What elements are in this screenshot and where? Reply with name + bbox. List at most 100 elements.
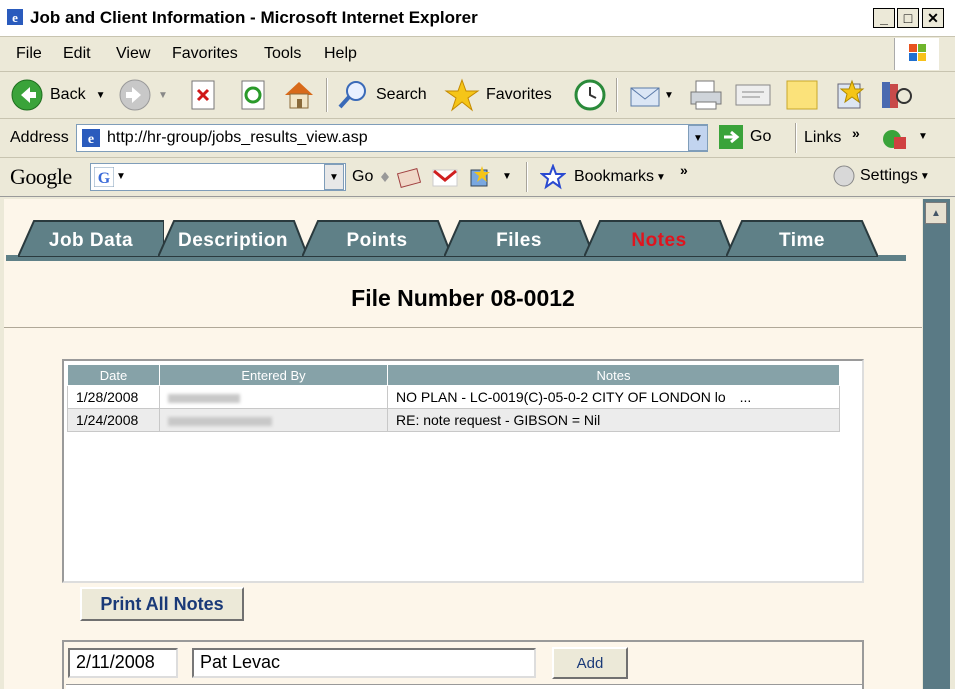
- menu-file[interactable]: File: [16, 45, 42, 63]
- links-button[interactable]: Links: [804, 129, 841, 147]
- scroll-up-arrow-icon[interactable]: ▲: [925, 202, 947, 224]
- news-icon[interactable]: [396, 166, 422, 190]
- print-all-notes-button[interactable]: Print All Notes: [80, 587, 244, 621]
- links-chevron-icon[interactable]: »: [852, 125, 860, 141]
- maximize-button[interactable]: □: [897, 8, 919, 28]
- print-button[interactable]: [688, 78, 724, 112]
- back-button[interactable]: Back ▼: [10, 78, 105, 112]
- printer-icon: [690, 80, 722, 110]
- menu-tools[interactable]: Tools: [264, 45, 301, 63]
- google-g-icon: G: [94, 167, 114, 187]
- window-title: Job and Client Information - Microsoft I…: [30, 8, 478, 27]
- tab-label: Job Data: [48, 230, 134, 251]
- note-date: 1/28/2008: [67, 385, 160, 409]
- menu-view[interactable]: View: [116, 45, 150, 63]
- address-separator: [795, 123, 796, 153]
- note-text: NO PLAN - LC-0019(C)-05-0-2 CITY OF LOND…: [387, 385, 840, 409]
- notes-list-frame[interactable]: Date Entered By Notes 1/28/2008 NO PLAN …: [62, 359, 864, 583]
- research-button[interactable]: [878, 78, 914, 112]
- search-button[interactable]: Search: [336, 78, 427, 112]
- go-label: Go: [750, 128, 772, 145]
- history-button[interactable]: [572, 78, 608, 112]
- title-bar: e Job and Client Information - Microsoft…: [0, 0, 955, 37]
- address-bar: Address e http://hr-group/jobs_results_v…: [0, 119, 955, 158]
- google-dropdown-icon[interactable]: ▼: [324, 164, 344, 190]
- settings-label: Settings: [860, 167, 918, 184]
- popup-blocker-icon[interactable]: [468, 164, 494, 190]
- google-chevron-icon[interactable]: »: [680, 162, 688, 178]
- browser-window: e Job and Client Information - Microsoft…: [0, 0, 955, 689]
- note-text-area[interactable]: [66, 684, 862, 689]
- minimize-button[interactable]: _: [873, 8, 895, 28]
- menu-edit[interactable]: Edit: [63, 45, 91, 63]
- tab-description[interactable]: Description: [158, 219, 308, 257]
- tab-label: Files: [496, 230, 542, 251]
- settings-button[interactable]: Settings ▼: [832, 164, 930, 188]
- bookmarks-label: Bookmarks: [574, 168, 655, 185]
- standard-toolbar: Back ▼ ▼ Search Favorites ▼: [0, 72, 955, 119]
- vertical-scrollbar[interactable]: ▲: [923, 199, 950, 689]
- address-input[interactable]: e http://hr-group/jobs_results_view.asp: [76, 124, 708, 152]
- refresh-icon: [241, 80, 265, 110]
- messenger-dropdown-icon[interactable]: ▼: [918, 131, 928, 142]
- home-button[interactable]: [282, 78, 316, 112]
- google-search-input[interactable]: G ▼: [90, 163, 346, 191]
- home-icon: [285, 82, 313, 109]
- tab-files[interactable]: Files: [444, 219, 594, 257]
- page-title: File Number 08-0012: [351, 285, 575, 311]
- mail-dropdown-icon[interactable]: ▼: [664, 90, 674, 101]
- note-date-input[interactable]: 2/11/2008: [68, 648, 178, 678]
- back-label: Back: [50, 86, 86, 103]
- tab-points[interactable]: Points: [302, 219, 452, 257]
- gmail-icon[interactable]: [432, 168, 458, 188]
- forward-button[interactable]: ▼: [118, 78, 168, 112]
- menu-help[interactable]: Help: [324, 45, 357, 63]
- bookmarks-button[interactable]: Bookmarks ▼: [540, 164, 666, 190]
- messenger-button[interactable]: [832, 78, 868, 112]
- notes-table: Date Entered By Notes 1/28/2008 NO PLAN …: [67, 364, 840, 432]
- tab-time[interactable]: Time: [726, 219, 878, 257]
- note-more: ...: [739, 389, 752, 405]
- settings-circle-icon: [833, 165, 855, 187]
- bookmarks-dropdown-icon: ▼: [656, 171, 666, 183]
- column-header-date[interactable]: Date: [67, 364, 160, 386]
- svg-text:e: e: [12, 10, 18, 25]
- stop-button[interactable]: [188, 78, 218, 112]
- table-row[interactable]: 1/28/2008 NO PLAN - LC-0019(C)-05-0-2 CI…: [67, 385, 840, 409]
- back-arrow-icon: [11, 79, 43, 111]
- edit-icon: [735, 84, 771, 106]
- tab-job-data[interactable]: Job Data: [18, 219, 164, 257]
- note-date: 1/24/2008: [67, 408, 160, 432]
- messenger-status-icon[interactable]: [880, 127, 908, 151]
- edit-page-button[interactable]: [734, 78, 772, 112]
- tab-notes[interactable]: Notes: [584, 219, 734, 257]
- table-row[interactable]: 1/24/2008 RE: note request - GIBSON = Ni…: [67, 408, 840, 432]
- column-header-entered-by[interactable]: Entered By: [159, 364, 388, 386]
- favorites-button[interactable]: Favorites: [444, 78, 552, 112]
- note-text: RE: note request - GIBSON = Nil: [387, 408, 840, 432]
- menu-favorites[interactable]: Favorites: [172, 45, 238, 63]
- table-header-row: Date Entered By Notes: [67, 364, 840, 386]
- go-button[interactable]: Go: [718, 124, 771, 150]
- google-g-dropdown-icon[interactable]: ▼: [116, 171, 126, 182]
- page-content: Job Data Description Points Files Notes …: [4, 199, 922, 689]
- forward-dropdown-icon[interactable]: ▼: [158, 90, 168, 101]
- mail-icon: [630, 87, 660, 107]
- stop-icon: [191, 80, 215, 110]
- column-header-notes[interactable]: Notes: [387, 364, 840, 386]
- mail-button[interactable]: ▼: [628, 78, 674, 112]
- back-dropdown-icon[interactable]: ▼: [96, 90, 106, 101]
- address-url: http://hr-group/jobs_results_view.asp: [107, 129, 368, 146]
- note-author-redacted: [159, 385, 388, 409]
- close-button[interactable]: ✕: [922, 8, 944, 28]
- add-note-button[interactable]: Add: [552, 647, 628, 679]
- google-go-button[interactable]: Go: [352, 168, 373, 186]
- new-note-frame: 2/11/2008 Pat Levac Add: [62, 640, 864, 689]
- popup-dropdown-icon[interactable]: ▼: [502, 171, 512, 182]
- toolbar-separator: [326, 78, 327, 112]
- address-dropdown-icon[interactable]: ▼: [688, 125, 708, 151]
- refresh-button[interactable]: [238, 78, 268, 112]
- note-author-input[interactable]: Pat Levac: [192, 648, 536, 678]
- search-icon: [338, 81, 366, 109]
- notes-button[interactable]: [784, 78, 820, 112]
